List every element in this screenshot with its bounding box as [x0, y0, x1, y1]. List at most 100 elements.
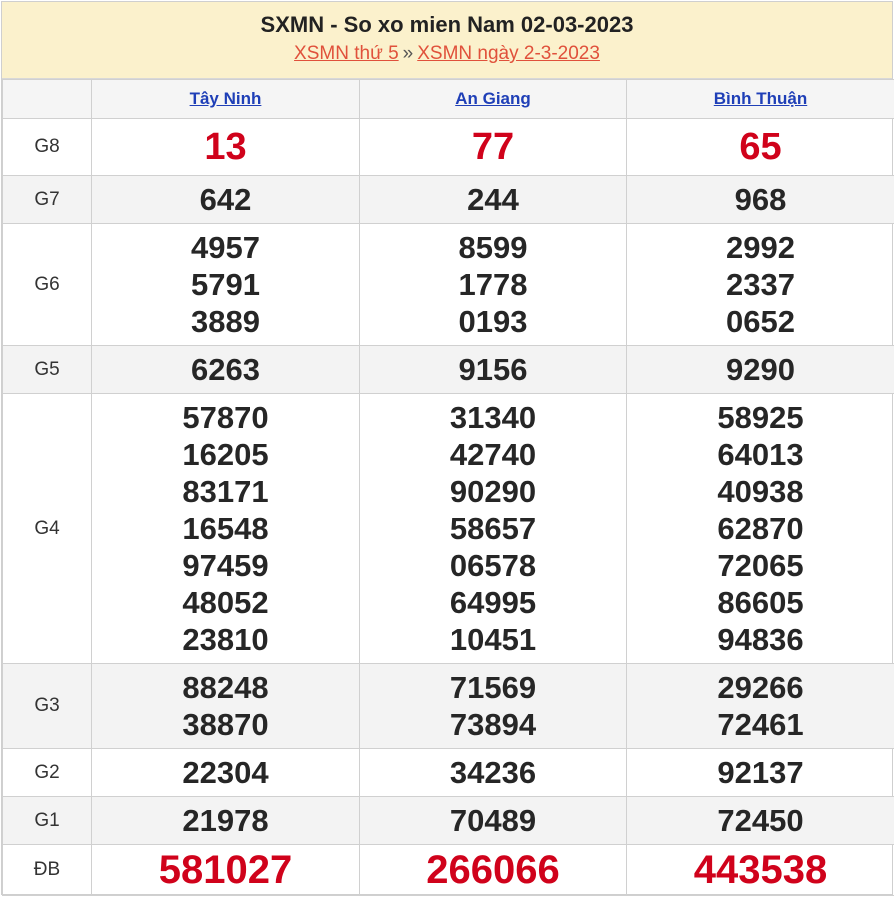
result-number: 9290 — [627, 351, 894, 388]
result-number: 88248 — [92, 669, 359, 706]
prize-label: G5 — [3, 346, 92, 394]
result-cell: 299223370652 — [627, 224, 894, 346]
result-number: 92137 — [627, 754, 894, 791]
result-cell: 22304 — [92, 749, 360, 797]
result-number: 13 — [92, 129, 359, 166]
prize-row: G5626391569290 — [3, 346, 894, 394]
result-cell: 58925640134093862870720658660594836 — [627, 394, 894, 664]
result-cell: 70489 — [360, 797, 627, 845]
province-header-an-giang: An Giang — [360, 80, 627, 119]
result-cell: 13 — [92, 119, 360, 176]
result-number: 34236 — [360, 754, 626, 791]
result-cell: 9290 — [627, 346, 894, 394]
prize-row: G1219787048972450 — [3, 797, 894, 845]
results-table: Tây Ninh An Giang Bình Thuận G8137765G76… — [2, 79, 894, 896]
result-cell: 244 — [360, 176, 627, 224]
prize-label: G6 — [3, 224, 92, 346]
link-xsmn-weekday[interactable]: XSMN thứ 5 — [294, 43, 399, 64]
result-number: 97459 — [92, 547, 359, 584]
province-link-tay-ninh[interactable]: Tây Ninh — [190, 89, 262, 108]
result-number: 70489 — [360, 802, 626, 839]
prize-row: G2223043423692137 — [3, 749, 894, 797]
result-number: 0652 — [627, 303, 894, 340]
result-number: 38870 — [92, 706, 359, 743]
result-cell: 495757913889 — [92, 224, 360, 346]
result-number: 2992 — [627, 229, 894, 266]
prize-row: G8137765 — [3, 119, 894, 176]
result-cell: 9156 — [360, 346, 627, 394]
result-cell: 34236 — [360, 749, 627, 797]
result-cell: 859917780193 — [360, 224, 627, 346]
province-link-an-giang[interactable]: An Giang — [455, 89, 531, 108]
result-number: 266066 — [360, 852, 626, 889]
result-number: 244 — [360, 181, 626, 218]
result-cell: 31340427409029058657065786499510451 — [360, 394, 627, 664]
result-number: 16205 — [92, 436, 359, 473]
result-cell: 6263 — [92, 346, 360, 394]
result-number: 29266 — [627, 669, 894, 706]
result-number: 16548 — [92, 510, 359, 547]
result-number: 2337 — [627, 266, 894, 303]
result-number: 581027 — [92, 852, 359, 889]
breadcrumb: XSMN thứ 5»XSMN ngày 2-3-2023 — [2, 41, 892, 67]
prize-label: G1 — [3, 797, 92, 845]
result-number: 23810 — [92, 621, 359, 658]
result-cell: 92137 — [627, 749, 894, 797]
result-number: 642 — [92, 181, 359, 218]
result-number: 443538 — [627, 852, 894, 889]
province-header-tay-ninh: Tây Ninh — [92, 80, 360, 119]
result-cell: 57870162058317116548974594805223810 — [92, 394, 360, 664]
prize-label: G7 — [3, 176, 92, 224]
prize-row: G457870162058317116548974594805223810313… — [3, 394, 894, 664]
results-header: SXMN - So xo mien Nam 02-03-2023 XSMN th… — [2, 2, 892, 79]
result-number: 64995 — [360, 584, 626, 621]
result-number: 9156 — [360, 351, 626, 388]
result-number: 31340 — [360, 399, 626, 436]
result-number: 6263 — [92, 351, 359, 388]
province-link-binh-thuan[interactable]: Bình Thuận — [714, 89, 807, 108]
result-number: 73894 — [360, 706, 626, 743]
result-number: 77 — [360, 129, 626, 166]
result-cell: 581027 — [92, 845, 360, 896]
result-number: 65 — [627, 129, 894, 166]
result-cell: 65 — [627, 119, 894, 176]
result-cell: 443538 — [627, 845, 894, 896]
result-number: 0193 — [360, 303, 626, 340]
result-number: 21978 — [92, 802, 359, 839]
result-number: 83171 — [92, 473, 359, 510]
prize-label: G3 — [3, 664, 92, 749]
prize-label: ĐB — [3, 845, 92, 896]
prize-row: ĐB581027266066443538 — [3, 845, 894, 896]
result-number: 968 — [627, 181, 894, 218]
result-number: 3889 — [92, 303, 359, 340]
result-cell: 266066 — [360, 845, 627, 896]
result-number: 64013 — [627, 436, 894, 473]
result-cell: 7156973894 — [360, 664, 627, 749]
prize-row: G6495757913889859917780193299223370652 — [3, 224, 894, 346]
result-number: 42740 — [360, 436, 626, 473]
result-number: 22304 — [92, 754, 359, 791]
result-number: 8599 — [360, 229, 626, 266]
result-cell: 8824838870 — [92, 664, 360, 749]
prize-row: G3882483887071569738942926672461 — [3, 664, 894, 749]
result-number: 62870 — [627, 510, 894, 547]
result-number: 58657 — [360, 510, 626, 547]
prize-row: G7642244968 — [3, 176, 894, 224]
result-cell: 77 — [360, 119, 627, 176]
result-cell: 642 — [92, 176, 360, 224]
result-number: 4957 — [92, 229, 359, 266]
result-number: 48052 — [92, 584, 359, 621]
breadcrumb-separator: » — [403, 43, 414, 64]
result-number: 06578 — [360, 547, 626, 584]
result-number: 10451 — [360, 621, 626, 658]
province-header-binh-thuan: Bình Thuận — [627, 80, 894, 119]
link-xsmn-date[interactable]: XSMN ngày 2-3-2023 — [417, 43, 600, 64]
result-number: 86605 — [627, 584, 894, 621]
result-cell: 2926672461 — [627, 664, 894, 749]
result-number: 72461 — [627, 706, 894, 743]
page-title: SXMN - So xo mien Nam 02-03-2023 — [2, 11, 892, 39]
prize-label: G8 — [3, 119, 92, 176]
result-number: 57870 — [92, 399, 359, 436]
result-number: 90290 — [360, 473, 626, 510]
results-panel: SXMN - So xo mien Nam 02-03-2023 XSMN th… — [1, 1, 893, 895]
